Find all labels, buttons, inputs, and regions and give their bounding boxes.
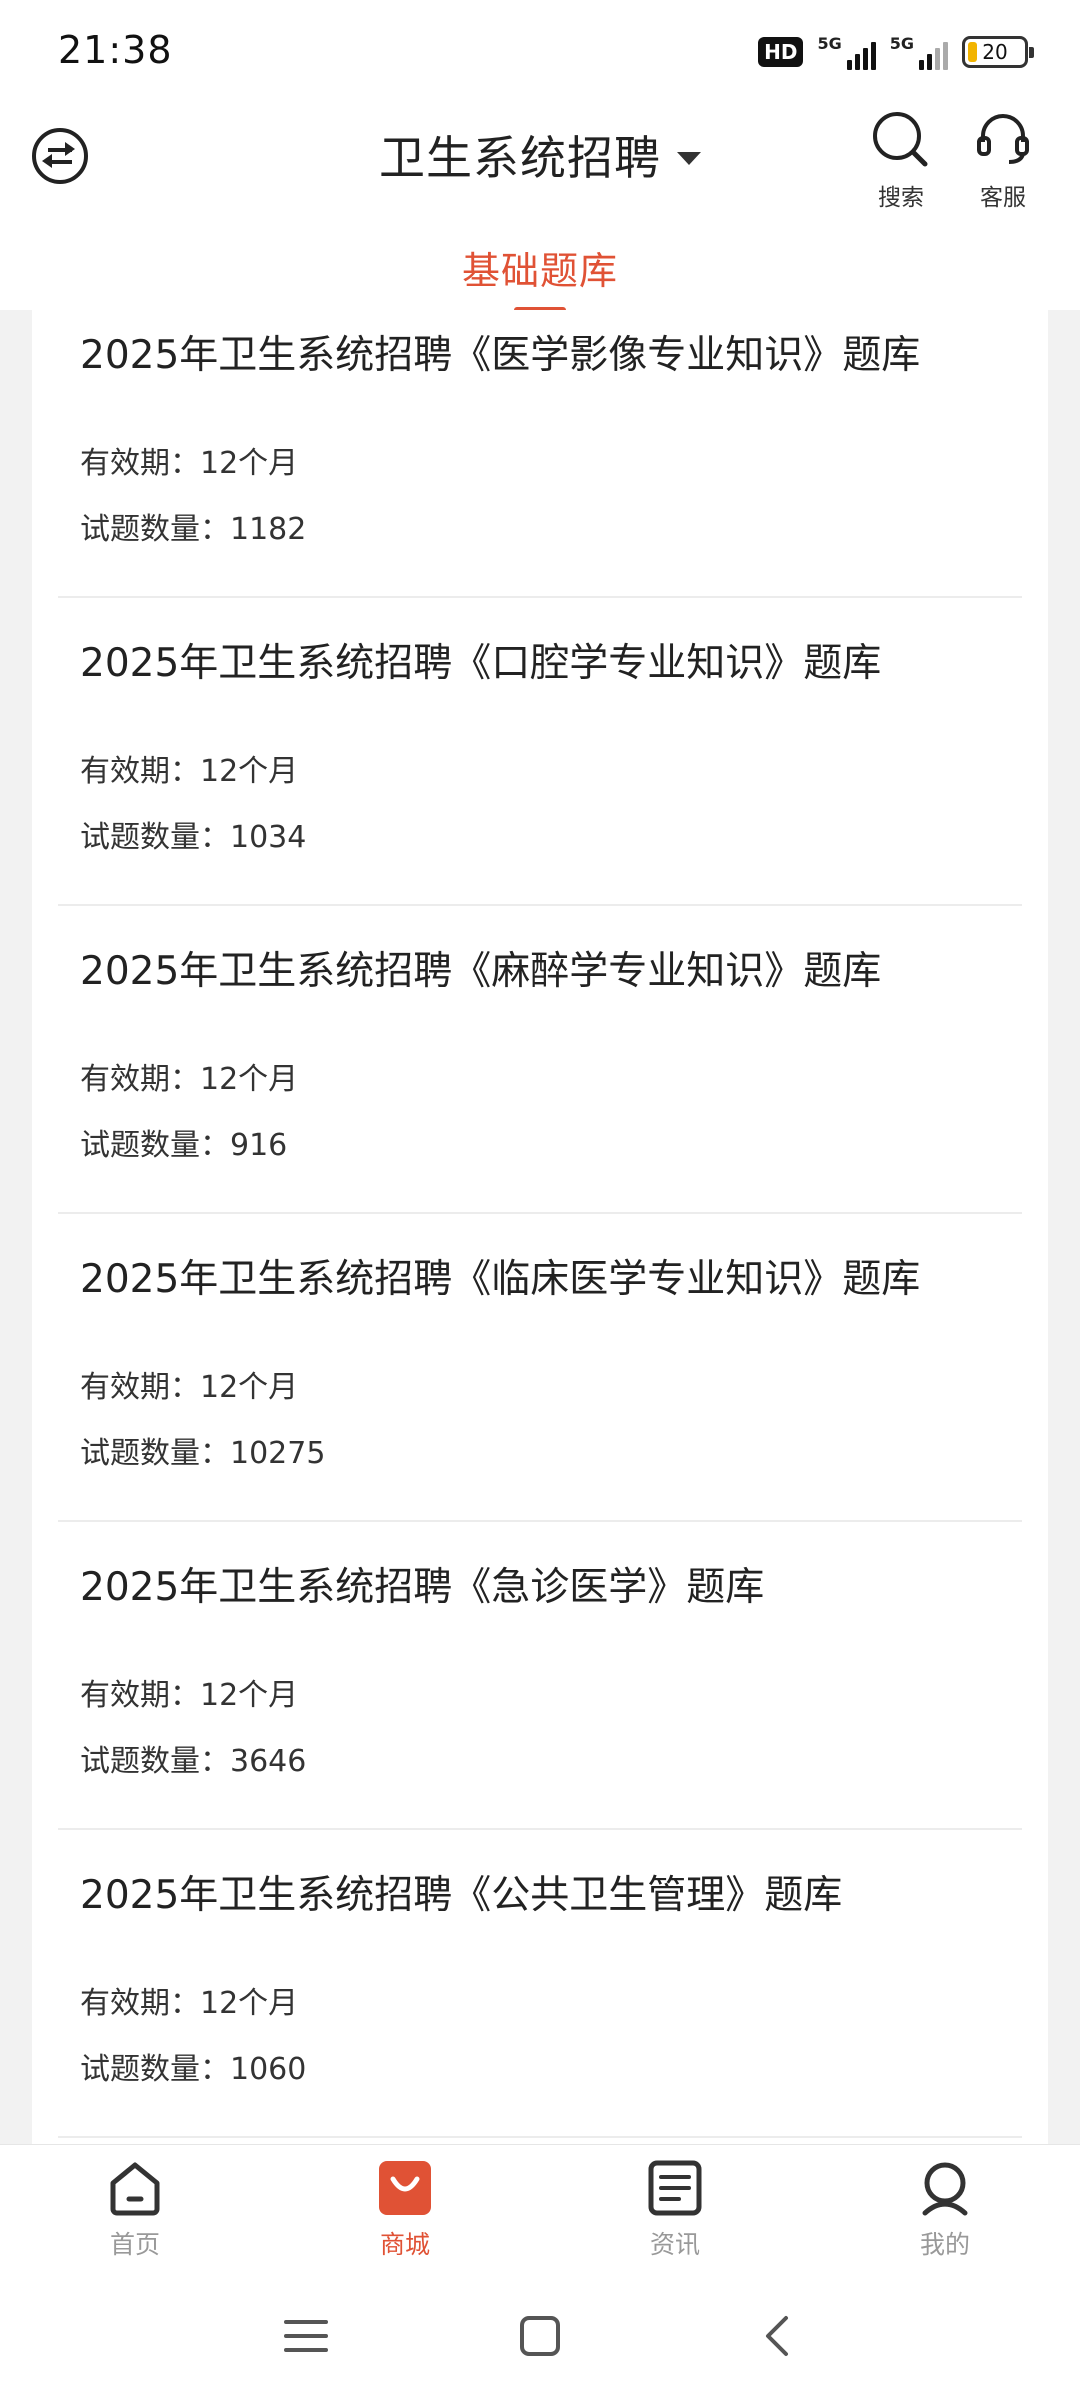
validity-value: 12个月 — [200, 1370, 299, 1405]
count-label: 试题数量： — [80, 512, 230, 547]
tab-basic-question-bank[interactable]: 基础题库 — [462, 240, 618, 313]
count-value: 916 — [230, 1128, 288, 1163]
news-icon — [648, 2160, 702, 2216]
tab-bar: 基础题库 — [0, 230, 1080, 313]
status-indicators: HD 5G 5G 20 — [758, 32, 1034, 72]
validity-label: 有效期： — [80, 1062, 200, 1097]
headset-icon — [977, 114, 1029, 164]
validity-label: 有效期： — [80, 1370, 200, 1405]
nav-mall[interactable]: 商城 — [270, 2145, 540, 2274]
count-value: 10275 — [230, 1436, 326, 1471]
item-title: 2025年卫生系统招聘《口腔学专业知识》题库 — [80, 641, 882, 686]
chevron-down-icon — [677, 151, 701, 165]
validity-label: 有效期： — [80, 1986, 200, 2021]
search-label: 搜索 — [878, 185, 924, 211]
system-nav-bar — [0, 2274, 1080, 2401]
service-label: 客服 — [980, 185, 1026, 211]
bottom-nav: 首页 商城 资讯 我的 — [0, 2144, 1080, 2274]
shopping-bag-icon — [379, 2161, 431, 2215]
home-icon — [110, 2162, 160, 2216]
exam-category-dropdown[interactable]: 卫生系统招聘 — [379, 122, 701, 188]
list-item[interactable]: 2025年卫生系统招聘《急诊医学》题库 有效期：12个月 试题数量：3646 — [58, 1522, 1022, 1830]
battery-level: 20 — [982, 40, 1008, 64]
profile-icon — [922, 2162, 968, 2216]
validity-label: 有效期： — [80, 446, 200, 481]
hd-voice-icon: HD — [758, 37, 804, 67]
count-label: 试题数量： — [80, 1744, 230, 1779]
menu-icon[interactable] — [276, 2306, 336, 2366]
customer-service-button[interactable]: 客服 — [958, 110, 1048, 212]
validity-value: 12个月 — [200, 1062, 299, 1097]
count-label: 试题数量： — [80, 1128, 230, 1163]
count-value: 1060 — [230, 2052, 307, 2087]
back-icon[interactable] — [748, 2306, 808, 2366]
search-button[interactable]: 搜索 — [856, 110, 946, 212]
validity-value: 12个月 — [200, 754, 299, 789]
status-time: 21:38 — [58, 28, 173, 72]
list-item[interactable]: 2025年卫生系统招聘《临床医学专业知识》题库 有效期：12个月 试题数量：10… — [58, 1214, 1022, 1522]
search-icon — [873, 112, 928, 167]
status-bar: 21:38 HD 5G 5G 20 — [0, 0, 1080, 100]
page-title: 卫生系统招聘 — [379, 131, 661, 185]
signal-icon-2: 5G — [890, 34, 948, 70]
home-square-icon[interactable] — [510, 2306, 570, 2366]
nav-news[interactable]: 资讯 — [540, 2145, 810, 2274]
nav-home[interactable]: 首页 — [0, 2145, 270, 2274]
network-type-label-2: 5G — [889, 34, 914, 53]
battery-icon: 20 — [962, 36, 1034, 68]
list-item[interactable]: 2025年卫生系统招聘《公共卫生管理》题库 有效期：12个月 试题数量：1060 — [58, 1830, 1022, 2138]
signal-icon: 5G — [817, 34, 876, 70]
list-item[interactable]: 2025年卫生系统招聘《医学影像专业知识》题库 有效期：12个月 试题数量：11… — [58, 310, 1022, 598]
validity-value: 12个月 — [200, 446, 299, 481]
item-title: 2025年卫生系统招聘《急诊医学》题库 — [80, 1565, 765, 1610]
count-label: 试题数量： — [80, 820, 230, 855]
network-type-label: 5G — [817, 34, 842, 53]
validity-value: 12个月 — [200, 1986, 299, 2021]
count-label: 试题数量： — [80, 1436, 230, 1471]
validity-label: 有效期： — [80, 754, 200, 789]
nav-mine[interactable]: 我的 — [810, 2145, 1080, 2274]
question-bank-list: 2025年卫生系统招聘《医学影像专业知识》题库 有效期：12个月 试题数量：11… — [32, 310, 1048, 2144]
nav-mall-label: 商城 — [379, 2230, 430, 2259]
app-header: 卫生系统招聘 搜索 客服 基础题库 — [0, 100, 1080, 313]
list-item[interactable]: 2025年卫生系统招聘《麻醉学专业知识》题库 有效期：12个月 试题数量：916 — [58, 906, 1022, 1214]
item-title: 2025年卫生系统招聘《临床医学专业知识》题库 — [80, 1257, 921, 1302]
validity-label: 有效期： — [80, 1678, 200, 1713]
count-value: 3646 — [230, 1744, 307, 1779]
count-value: 1034 — [230, 820, 307, 855]
count-label: 试题数量： — [80, 2052, 230, 2087]
nav-home-label: 首页 — [109, 2230, 160, 2259]
validity-value: 12个月 — [200, 1678, 299, 1713]
list-item[interactable]: 2025年卫生系统招聘《口腔学专业知识》题库 有效期：12个月 试题数量：103… — [58, 598, 1022, 906]
nav-news-label: 资讯 — [649, 2230, 700, 2259]
item-title: 2025年卫生系统招聘《医学影像专业知识》题库 — [80, 333, 921, 378]
item-title: 2025年卫生系统招聘《麻醉学专业知识》题库 — [80, 949, 882, 994]
count-value: 1182 — [230, 512, 307, 547]
nav-mine-label: 我的 — [919, 2230, 970, 2259]
item-title: 2025年卫生系统招聘《公共卫生管理》题库 — [80, 1873, 843, 1918]
